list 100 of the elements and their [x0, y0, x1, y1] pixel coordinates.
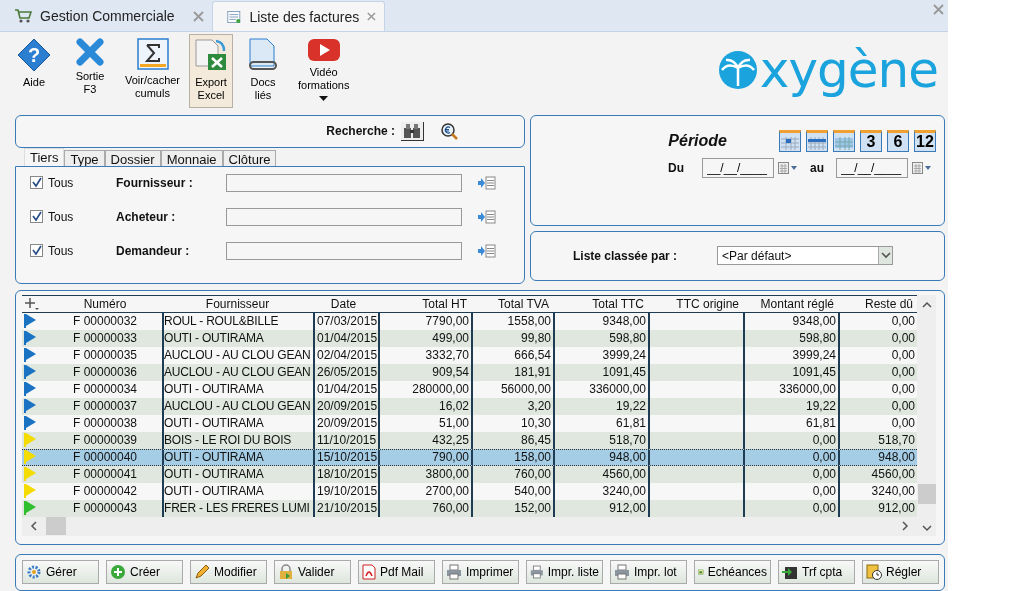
- list-picker-icon[interactable]: [478, 175, 496, 190]
- list-picker-icon[interactable]: [478, 209, 496, 224]
- column-chooser-icon[interactable]: [25, 297, 39, 310]
- linked-document-icon: [248, 38, 279, 73]
- column-header[interactable]: Numéro: [48, 296, 162, 311]
- sort-dropdown[interactable]: <Par défaut>: [717, 246, 894, 266]
- close-icon[interactable]: [367, 11, 376, 23]
- period-preset-button[interactable]: 6: [887, 129, 909, 152]
- toolbar-button[interactable]: Export Excel: [189, 34, 234, 109]
- list-icon: [227, 8, 242, 25]
- table-cell: OUTI - OUTIRAMA: [164, 484, 264, 499]
- scroll-left-icon[interactable]: [30, 521, 38, 532]
- date-field[interactable]: __/__/____: [836, 157, 908, 178]
- table-cell: 3999,24: [792, 348, 836, 363]
- field-label: Fournisseur :: [116, 175, 194, 190]
- filter-tab[interactable]: Monnaie: [160, 149, 223, 166]
- column-header[interactable]: Fournisseur: [162, 296, 313, 311]
- table-cell: 3240,00: [602, 484, 646, 499]
- table-cell: 20/09/2015: [317, 416, 378, 431]
- filter-tab[interactable]: Dossier: [104, 149, 161, 166]
- printer-icon: [614, 564, 630, 581]
- binoculars-button[interactable]: [401, 121, 424, 141]
- date-field[interactable]: __/__/____: [702, 157, 774, 178]
- column-header[interactable]: TTC origine: [648, 296, 743, 311]
- euro-search-icon[interactable]: [440, 122, 458, 141]
- list-picker-icon[interactable]: [478, 243, 496, 258]
- toolbar-button[interactable]: Voir/cacher cumuls: [120, 34, 186, 109]
- filter-tab[interactable]: Clôture: [222, 149, 277, 166]
- column-header[interactable]: Total HT: [378, 296, 471, 311]
- table-cell: 11/10/2015: [317, 433, 377, 448]
- table-cell: 3,20: [527, 399, 551, 414]
- column-header[interactable]: Total TVA: [471, 296, 553, 311]
- table-cell: 9348,00: [792, 314, 836, 329]
- action-button[interactable]: Valider: [274, 560, 351, 585]
- table-cell: 4560,00: [602, 467, 646, 482]
- column-header[interactable]: Montant réglé: [743, 296, 838, 311]
- toolbar-button[interactable]: Vidéo formations: [293, 34, 355, 109]
- table-cell: 19/10/2015: [317, 484, 378, 499]
- table-cell: 598,80: [799, 331, 836, 346]
- table-cell: 3332,70: [425, 348, 469, 363]
- period-preset-button[interactable]: [806, 129, 828, 152]
- table-cell: 3240,00: [871, 484, 915, 499]
- checkbox[interactable]: [30, 176, 43, 190]
- period-preset-button[interactable]: [833, 129, 855, 152]
- chevron-down-icon: [880, 252, 891, 260]
- table-cell: 948,00: [878, 450, 915, 465]
- checkbox[interactable]: [30, 244, 43, 258]
- table-cell: 18/10/2015: [317, 467, 378, 482]
- calendar-dropdown-icon[interactable]: [778, 161, 798, 174]
- period-preset-button[interactable]: 3: [860, 129, 882, 152]
- action-button[interactable]: Pdf Mail: [358, 560, 435, 585]
- action-button[interactable]: Impr. liste: [526, 560, 603, 585]
- input-field[interactable]: [226, 207, 462, 226]
- filter-tab[interactable]: Type: [64, 149, 105, 166]
- action-button[interactable]: Créer: [106, 560, 183, 585]
- period-preset-button[interactable]: [779, 129, 801, 152]
- play-video-icon: [306, 38, 341, 63]
- scroll-right-icon[interactable]: [901, 521, 909, 532]
- tab-label: Gestion Commerciale: [40, 8, 175, 25]
- table-cell: 07/03/2015: [317, 314, 378, 329]
- vertical-scrollbar[interactable]: [917, 294, 936, 536]
- action-button[interactable]: Gérer: [22, 560, 99, 585]
- scroll-up-icon[interactable]: [921, 300, 932, 309]
- table-cell: 16,02: [438, 399, 469, 414]
- scrollbar-thumb[interactable]: [46, 517, 66, 536]
- button-label: Vidéo formations: [298, 66, 350, 93]
- help-icon: ?: [17, 38, 51, 73]
- column-header[interactable]: Date: [313, 296, 378, 311]
- document-tab[interactable]: Liste des factures: [212, 1, 385, 32]
- toolbar-button[interactable]: Sortie F3: [64, 34, 116, 109]
- table-cell: F 00000041: [72, 467, 138, 482]
- input-field[interactable]: [226, 173, 462, 192]
- action-button[interactable]: Impr. lot: [610, 560, 687, 585]
- table-cell: 1091,45: [602, 365, 646, 380]
- table-cell: 181,91: [514, 365, 551, 380]
- document-tab[interactable]: Gestion Commerciale: [0, 1, 212, 32]
- table-cell: F 00000037: [72, 399, 138, 414]
- period-preset-button[interactable]: 12: [914, 129, 936, 152]
- input-field[interactable]: [226, 241, 462, 260]
- action-button[interactable]: Trf cpta: [778, 560, 855, 585]
- calendar-dropdown-icon[interactable]: [912, 161, 932, 174]
- action-button[interactable]: Régler: [862, 560, 939, 585]
- button-label: Docs liés: [250, 76, 276, 103]
- scrollbar-thumb[interactable]: [917, 483, 936, 504]
- table-cell: 909,54: [432, 365, 469, 380]
- action-button[interactable]: Modifier: [190, 560, 267, 585]
- action-button[interactable]: Imprimer: [442, 560, 519, 585]
- checkbox[interactable]: [30, 210, 43, 224]
- table-cell: 2700,00: [425, 484, 469, 499]
- toolbar-button[interactable]: Docs liés: [237, 34, 290, 109]
- action-button[interactable]: Echéances: [694, 560, 771, 585]
- toolbar-button[interactable]: ? Aide: [8, 34, 60, 109]
- button-label: Export Excel: [195, 76, 227, 103]
- column-header[interactable]: Reste dû: [838, 296, 917, 311]
- cart-icon: [14, 8, 32, 25]
- scroll-down-icon[interactable]: [921, 523, 932, 532]
- table-cell: 26/05/2015: [317, 365, 378, 380]
- table-cell: 280000,00: [412, 382, 469, 397]
- column-header[interactable]: Total TTC: [553, 296, 648, 311]
- excel-export-icon: [194, 38, 229, 73]
